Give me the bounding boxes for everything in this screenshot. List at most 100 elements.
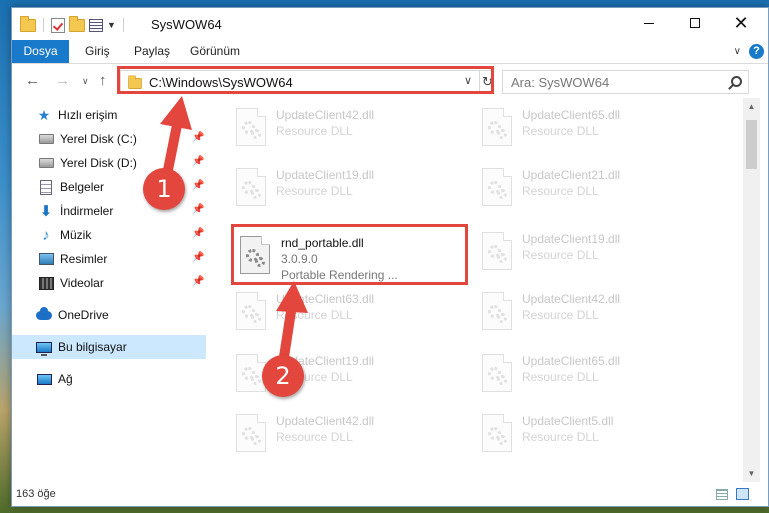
music-icon: ♪	[42, 226, 50, 244]
pin-icon[interactable]: 📌	[192, 252, 204, 263]
tiles-view-icon[interactable]	[736, 488, 749, 500]
sidebar-item-label: Resimler	[60, 252, 108, 266]
dll-file-icon	[482, 292, 512, 330]
back-arrow-icon[interactable]: ←	[25, 72, 40, 89]
recent-locations-icon[interactable]: ∨	[82, 76, 89, 87]
vertical-scrollbar[interactable]: ▲ ▼	[743, 98, 760, 482]
step-marker-2: 2	[262, 355, 304, 397]
file-description: Resource DLL	[276, 430, 353, 444]
sidebar-item-label: İndirmeler	[60, 204, 114, 218]
network-icon	[36, 373, 52, 385]
pin-icon[interactable]: 📌	[192, 180, 204, 191]
dll-file-icon	[482, 354, 512, 392]
sidebar-item-onedrive[interactable]: OneDrive	[12, 303, 206, 327]
search-box[interactable]: Ara: SysWOW64	[502, 70, 749, 94]
folder-icon	[20, 15, 36, 32]
pin-icon[interactable]: 📌	[192, 276, 204, 287]
sidebar-item-this-pc[interactable]: Bu bilgisayar	[12, 335, 206, 359]
file-description: Resource DLL	[522, 308, 599, 322]
file-description: Resource DLL	[522, 124, 599, 138]
sidebar-item-label: Ağ	[58, 372, 73, 386]
forward-arrow-icon[interactable]: →	[55, 72, 70, 89]
sidebar-item-pictures[interactable]: Resimler 📌	[12, 247, 206, 271]
item-count: 163 öğe	[16, 488, 56, 500]
tab-file[interactable]: Dosya	[12, 40, 69, 63]
details-view-icon[interactable]	[716, 489, 728, 500]
up-arrow-icon[interactable]: ↑	[99, 72, 107, 89]
expand-ribbon-icon[interactable]: ∨	[734, 46, 741, 57]
dll-file-icon	[236, 168, 266, 206]
maximize-button[interactable]	[672, 8, 718, 38]
maximize-icon	[690, 18, 700, 28]
drive-icon	[38, 134, 54, 144]
search-input[interactable]: Ara: SysWOW64	[511, 75, 609, 90]
arrow-1	[160, 96, 192, 175]
close-button[interactable]: ✕	[718, 8, 764, 38]
file-name: UpdateClient19.dll	[522, 232, 621, 246]
tab-view[interactable]: Görünüm	[190, 40, 240, 63]
sidebar-item-label: Yerel Disk (D:)	[60, 156, 137, 170]
file-tile[interactable]: UpdateClient42.dll Resource DLL	[224, 100, 464, 156]
file-tile[interactable]: UpdateClient63.dll Resource DLL	[224, 284, 464, 340]
sidebar-item-label: Videolar	[60, 276, 104, 290]
star-icon: ★	[37, 106, 51, 123]
ribbon-controls: ∨ ?	[734, 44, 764, 59]
pictures-icon	[38, 253, 54, 265]
download-icon: ⬇	[39, 203, 53, 220]
dll-file-icon	[482, 414, 512, 452]
sidebar-item-music[interactable]: ♪ Müzik 📌	[12, 223, 206, 247]
sidebar-item-videos[interactable]: Videolar 📌	[12, 271, 206, 295]
drive-icon	[38, 158, 54, 168]
navigation-bar: ← → ∨ ↑ C:\Windows\SysWOW64 ∨ ↻ Ara: Sys…	[12, 65, 768, 98]
qat-separator	[43, 18, 44, 32]
file-version: 3.0.9.0	[281, 252, 318, 266]
pin-icon[interactable]: 📌	[192, 228, 204, 239]
dll-file-icon	[482, 108, 512, 146]
properties-check-icon[interactable]	[51, 17, 65, 33]
tab-share[interactable]: Paylaş	[134, 40, 170, 63]
file-tile[interactable]: UpdateClient65.dll Resource DLL	[470, 100, 710, 156]
file-tile[interactable]: UpdateClient42.dll Resource DLL	[224, 406, 464, 462]
computer-icon	[36, 341, 52, 356]
file-tile[interactable]: UpdateClient19.dll Resource DLL	[470, 224, 710, 280]
file-tile[interactable]: UpdateClient19.dll Resource DLL	[224, 346, 464, 402]
file-name: UpdateClient65.dll	[522, 108, 621, 122]
file-tile[interactable]: UpdateClient42.dll Resource DLL	[470, 284, 710, 340]
scroll-thumb[interactable]	[746, 120, 757, 169]
refresh-icon[interactable]: ↻	[479, 71, 495, 93]
sidebar-item-label: OneDrive	[58, 308, 109, 322]
new-folder-icon[interactable]	[69, 15, 85, 32]
file-description: Resource DLL	[276, 124, 353, 138]
help-icon[interactable]: ?	[749, 44, 764, 59]
step-marker-1: 1	[143, 168, 185, 210]
file-tile[interactable]: UpdateClient65.dll Resource DLL	[470, 346, 710, 402]
dll-file-icon	[236, 108, 266, 146]
file-name: UpdateClient42.dll	[522, 292, 621, 306]
sidebar-item-network[interactable]: Ağ	[12, 367, 206, 391]
address-path[interactable]: C:\Windows\SysWOW64	[149, 75, 293, 90]
window-title: SysWOW64	[151, 17, 222, 32]
sidebar-item-label: Yerel Disk (C:)	[60, 132, 137, 146]
scroll-down-icon[interactable]: ▼	[743, 465, 760, 482]
file-description: Resource DLL	[522, 370, 599, 384]
rename-icon[interactable]	[89, 18, 103, 32]
scroll-up-icon[interactable]: ▲	[743, 98, 760, 115]
close-icon: ✕	[733, 13, 749, 33]
search-icon[interactable]	[731, 76, 742, 87]
file-description: Resource DLL	[522, 248, 599, 262]
sidebar-item-label: Hızlı erişim	[58, 108, 118, 122]
file-name: UpdateClient21.dll	[522, 168, 621, 182]
minimize-button[interactable]	[626, 8, 672, 38]
pin-icon[interactable]: 📌	[192, 204, 204, 215]
dll-file-icon	[482, 232, 512, 270]
qat-dropdown-icon[interactable]: ▼	[107, 20, 116, 30]
file-name: UpdateClient65.dll	[522, 354, 621, 368]
status-bar: 163 öğe	[12, 482, 768, 506]
file-tile[interactable]: UpdateClient5.dll Resource DLL	[470, 406, 710, 462]
address-dropdown-icon[interactable]: ∨	[464, 74, 472, 87]
tab-home[interactable]: Giriş	[85, 40, 110, 63]
file-tile[interactable]: UpdateClient21.dll Resource DLL	[470, 160, 710, 216]
explorer-window: ▼ SysWOW64 ✕ Dosya Giriş Paylaş Görünüm …	[11, 7, 769, 507]
file-name: UpdateClient42.dll	[276, 414, 375, 428]
file-tile[interactable]: UpdateClient19.dll Resource DLL	[224, 160, 464, 216]
